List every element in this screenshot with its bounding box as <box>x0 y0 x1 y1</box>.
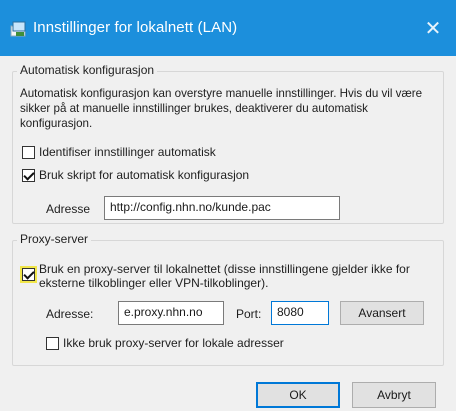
detect-settings-row[interactable]: Identifiser innstillinger automatisk <box>22 145 216 159</box>
use-script-checkbox[interactable] <box>22 168 35 182</box>
network-settings-icon <box>10 21 26 37</box>
cancel-button-label: Avbryt <box>377 388 411 402</box>
use-proxy-row[interactable]: Bruk en proxy-server til lokalnettet (di… <box>20 262 440 290</box>
use-script-label: Bruk skript for automatisk konfigurasjon <box>39 168 250 182</box>
close-icon: ✕ <box>424 17 442 40</box>
bypass-local-checkbox[interactable] <box>46 336 59 350</box>
ok-button[interactable]: OK <box>256 382 340 408</box>
port-label: Port: <box>236 307 262 321</box>
advanced-button-label: Avansert <box>358 306 406 320</box>
use-proxy-label: Bruk en proxy-server til lokalnettet (di… <box>39 262 410 290</box>
proxy-address-field[interactable]: e.proxy.nhn.no <box>118 301 224 325</box>
cancel-button[interactable]: Avbryt <box>352 382 436 408</box>
auto-config-description: Automatisk konfigurasjon kan overstyre m… <box>20 87 423 130</box>
detect-settings-label: Identifiser innstillinger automatisk <box>39 145 216 159</box>
title-bar: Innstillinger for lokalnett (LAN) ✕ <box>0 0 456 56</box>
proxy-legend: Proxy-server <box>17 232 92 246</box>
close-button[interactable]: ✕ <box>410 0 456 56</box>
detect-settings-checkbox[interactable] <box>22 145 35 159</box>
use-proxy-checkbox[interactable] <box>20 266 37 283</box>
lan-settings-dialog: Innstillinger for lokalnett (LAN) ✕ Auto… <box>0 0 456 411</box>
script-address-field[interactable]: http://config.nhn.no/kunde.pac <box>104 196 340 220</box>
window-title: Innstillinger for lokalnett (LAN) <box>33 19 238 36</box>
bypass-local-label: Ikke bruk proxy-server for lokale adress… <box>63 336 284 350</box>
auto-config-legend: Automatisk konfigurasjon <box>17 63 158 77</box>
proxy-address-label: Adresse: <box>46 307 94 321</box>
advanced-button[interactable]: Avansert <box>340 301 424 325</box>
use-script-row[interactable]: Bruk skript for automatisk konfigurasjon <box>22 168 249 182</box>
bypass-local-row[interactable]: Ikke bruk proxy-server for lokale adress… <box>46 336 284 350</box>
ok-button-label: OK <box>289 388 307 402</box>
port-field[interactable]: 8080 <box>271 301 329 325</box>
script-address-label: Adresse <box>46 202 91 216</box>
